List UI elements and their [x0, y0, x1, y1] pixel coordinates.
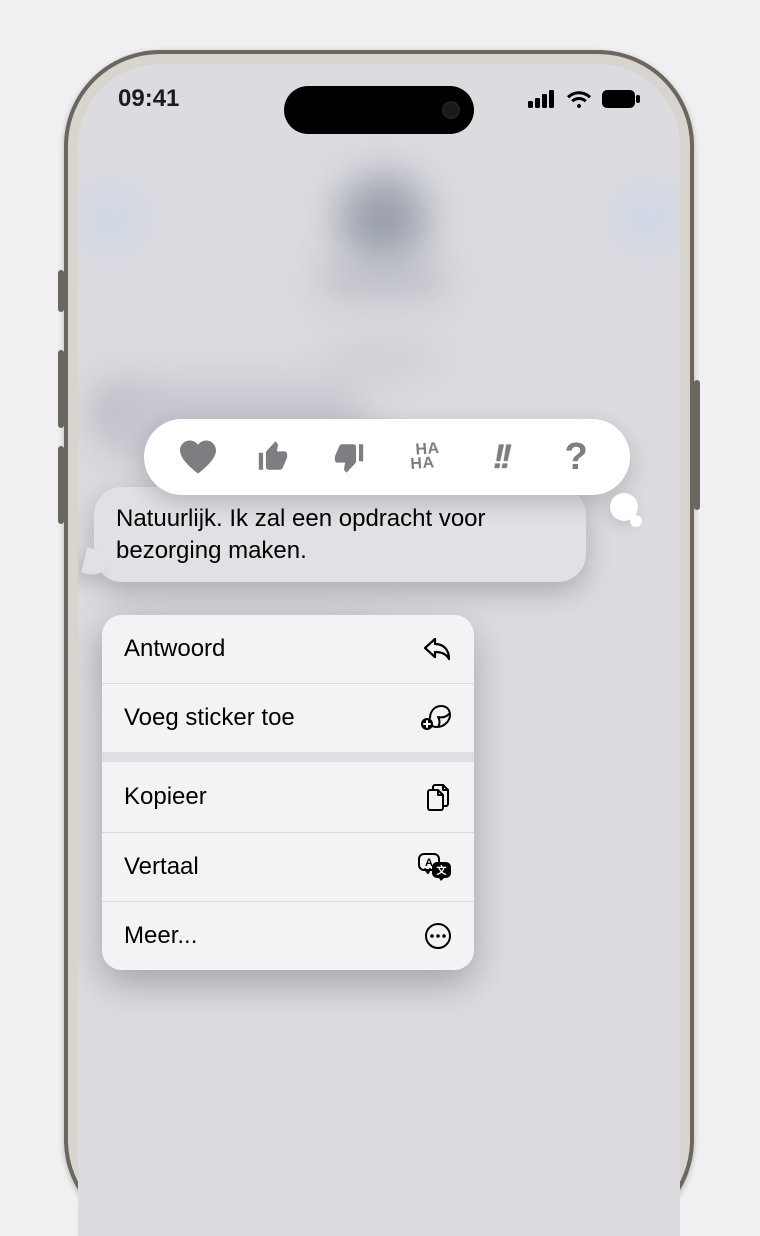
volume-up-button: [58, 350, 64, 428]
more-icon: [424, 922, 452, 950]
tapback-exclaim[interactable]: !!: [473, 430, 527, 484]
sticker-icon: [420, 704, 452, 732]
tapback-thumbs-up[interactable]: [246, 430, 300, 484]
menu-add-sticker-label: Voeg sticker toe: [124, 704, 295, 732]
message-text: Natuurlijk. Ik zal een opdracht voor bez…: [116, 505, 486, 564]
tapback-thumbs-down[interactable]: [322, 430, 376, 484]
svg-text:文: 文: [437, 864, 448, 877]
thumbs-up-icon: [256, 440, 290, 474]
menu-more-label: Meer...: [124, 922, 197, 950]
mute-switch: [58, 270, 64, 312]
svg-text:A: A: [425, 857, 433, 869]
question-icon: ?: [565, 436, 588, 479]
volume-down-button: [58, 446, 64, 524]
translate-icon: A 文: [418, 853, 452, 881]
tapback-heart[interactable]: [171, 430, 225, 484]
haha-icon: HA HA: [412, 442, 438, 472]
menu-copy[interactable]: Kopieer: [102, 762, 474, 832]
cellular-icon: [528, 90, 556, 108]
side-button: [694, 380, 700, 510]
wifi-icon: [566, 90, 592, 108]
context-menu: Antwoord Voeg sticker toe Kopieer: [102, 615, 474, 970]
menu-translate-label: Vertaal: [124, 853, 199, 881]
menu-more[interactable]: Meer...: [102, 901, 474, 970]
menu-copy-label: Kopieer: [124, 783, 207, 811]
reply-icon: [422, 636, 452, 662]
screen: 09:41 HA: [78, 64, 680, 1236]
copy-icon: [424, 782, 452, 812]
heart-icon: [180, 440, 216, 474]
tapback-question[interactable]: ?: [549, 430, 603, 484]
dynamic-island: [284, 86, 474, 134]
tapback-bar: HA HA !! ?: [144, 419, 630, 495]
menu-reply[interactable]: Antwoord: [102, 615, 474, 683]
battery-icon: [602, 90, 640, 108]
menu-translate[interactable]: Vertaal A 文: [102, 832, 474, 901]
menu-add-sticker[interactable]: Voeg sticker toe: [102, 683, 474, 752]
menu-separator: [102, 752, 474, 762]
tapback-haha[interactable]: HA HA: [398, 430, 452, 484]
thumbs-down-icon: [332, 440, 366, 474]
menu-reply-label: Antwoord: [124, 635, 225, 663]
iphone-frame: 09:41 HA: [64, 50, 694, 1236]
message-bubble[interactable]: Natuurlijk. Ik zal een opdracht voor bez…: [94, 487, 586, 582]
status-time: 09:41: [118, 85, 179, 113]
exclaim-icon: !!: [493, 438, 508, 477]
